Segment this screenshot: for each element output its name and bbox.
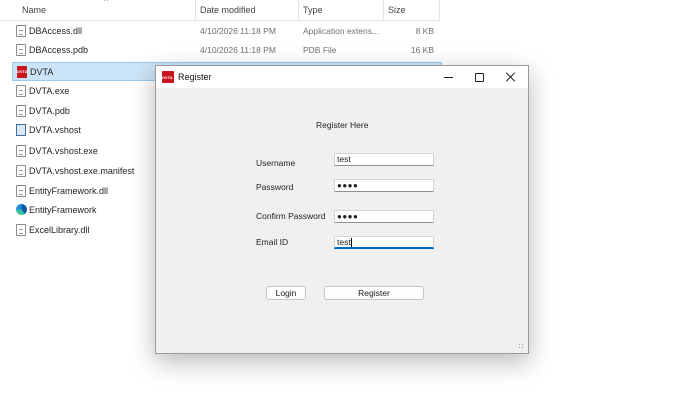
login-button[interactable]: Login — [266, 286, 306, 300]
form-heading: Register Here — [316, 120, 369, 130]
email-label: Email ID — [256, 237, 289, 247]
email-field[interactable]: test — [334, 236, 434, 249]
file-name: ExcelLibrary.dll — [29, 225, 90, 235]
close-icon — [506, 72, 516, 82]
username-label: Username — [256, 158, 296, 168]
email-field-value: test — [337, 237, 351, 247]
file-name: DVTA.exe — [29, 86, 70, 96]
column-divider[interactable] — [195, 0, 196, 20]
dll-file-icon — [16, 224, 26, 236]
file-name: DBAccess.dll — [29, 26, 83, 36]
file-type: PDB File — [303, 45, 337, 55]
column-header-size[interactable]: Size — [388, 5, 406, 15]
dialog-client-area: Register Here Username test Password ●●●… — [156, 88, 528, 353]
file-name: DBAccess.pdb — [29, 45, 89, 55]
username-field[interactable]: test — [334, 153, 434, 166]
file-name: DVTA.vshost.exe — [29, 146, 98, 156]
file-name: EntityFramework — [29, 205, 97, 215]
close-button[interactable] — [495, 66, 526, 88]
maximize-icon — [475, 72, 484, 82]
password-field[interactable]: ●●●● — [334, 179, 434, 192]
column-header-date-modified[interactable]: Date modified — [200, 5, 256, 15]
file-name: DVTA.vshost — [29, 125, 81, 135]
file-name: DVTA — [30, 67, 54, 77]
register-dialog: DVTA Register Register Here Username tes… — [155, 65, 529, 354]
file-size: 8 KB — [415, 26, 434, 36]
register-button[interactable]: Register — [324, 286, 424, 300]
vshost-icon — [16, 124, 26, 136]
file-date-modified: 4/10/2026 11:18 PM — [200, 45, 276, 55]
dll-file-icon — [16, 185, 26, 197]
file-row[interactable]: DBAccess.dll 4/10/2026 11:18 PM Applicatio… — [12, 22, 440, 41]
column-header-bar: ^ Name Date modified Type Size — [0, 0, 440, 21]
confirm-password-label: Confirm Password — [256, 211, 326, 221]
file-name: DVTA.vshost.exe.manifest — [29, 166, 135, 176]
exe-file-icon — [16, 85, 26, 97]
dialog-title: Register — [178, 72, 212, 82]
file-date-modified: 4/10/2026 11:18 PM — [200, 26, 276, 36]
file-row[interactable]: DBAccess.pdb 4/10/2026 11:18 PM PDB File 16… — [12, 41, 440, 60]
file-name: EntityFramework.dll — [29, 186, 109, 196]
column-header-type[interactable]: Type — [303, 5, 323, 15]
text-cursor — [350, 238, 352, 247]
dvta-app-icon: DVTA — [162, 71, 174, 83]
minimize-button[interactable] — [433, 66, 464, 88]
pdb-file-icon — [16, 44, 26, 56]
sort-ascending-icon: ^ — [104, 0, 108, 6]
confirm-password-field[interactable]: ●●●● — [334, 210, 434, 223]
dialog-titlebar[interactable]: DVTA Register — [156, 66, 528, 88]
pdb-file-icon — [16, 105, 26, 117]
exe-file-icon — [16, 145, 26, 157]
column-divider[interactable] — [383, 0, 384, 20]
maximize-button[interactable] — [464, 66, 495, 88]
minimize-icon — [444, 76, 453, 78]
column-divider[interactable] — [298, 0, 299, 20]
file-type: Application extens... — [303, 26, 380, 36]
manifest-file-icon — [16, 165, 26, 177]
column-divider[interactable] — [439, 0, 440, 20]
edge-icon — [16, 204, 27, 215]
resize-grip-icon[interactable] — [518, 343, 525, 350]
column-header-name[interactable]: Name — [22, 5, 46, 15]
password-label: Password — [256, 182, 294, 192]
app-icon-text: DVTA — [162, 75, 173, 80]
file-name: DVTA.pdb — [29, 106, 70, 116]
file-size: 16 KB — [410, 45, 434, 55]
dvta-app-icon — [17, 66, 28, 78]
dll-file-icon — [16, 25, 26, 37]
